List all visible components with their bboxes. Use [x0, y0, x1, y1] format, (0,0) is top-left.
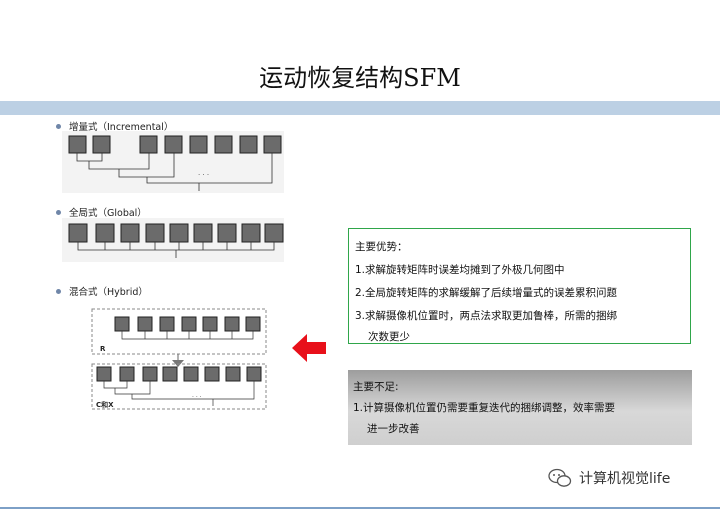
wechat-icon [548, 468, 572, 487]
disadvantage-item: 1.计算摄像机位置仍需要重复迭代的捆绑调整，效率需要 [353, 402, 616, 414]
red-arrow-icon [292, 333, 328, 367]
disadvantages-heading: 主要不足: [353, 381, 399, 393]
bottom-rule [0, 507, 720, 509]
hybrid-r-label: R [100, 345, 106, 353]
bullet-icon [56, 288, 61, 294]
slide-title: 运动恢复结构SFM [259, 64, 461, 92]
advantages-box: 主要优势： 1.求解旋转矩阵时误差均摊到了外极几何图中 2.全局旋转矩阵的求解缓… [348, 228, 691, 344]
advantage-item: 3.求解摄像机位置时，两点法求取更加鲁棒，所需的捆绑 [355, 310, 618, 322]
advantages-heading: 主要优势： [355, 241, 408, 253]
disadvantage-item-continued: 进一步改善 [367, 423, 420, 435]
svg-text:. . .: . . . [192, 392, 202, 399]
hybrid-label-row: 混合式（Hybrid） [56, 284, 148, 298]
advantage-item: 2.全局旋转矩阵的求解缓解了后续增量式的误差累积问题 [355, 287, 618, 299]
hybrid-cx-label: C和X [96, 400, 114, 409]
bullet-icon [56, 209, 61, 215]
incremental-diagram: . . . [62, 131, 284, 193]
title-band [0, 101, 720, 115]
global-diagram [62, 218, 284, 262]
svg-text:. . .: . . . [198, 169, 209, 177]
watermark: 计算机视觉life [548, 468, 670, 488]
disadvantages-box: 主要不足: 1.计算摄像机位置仍需要重复迭代的捆绑调整，效率需要 进一步改善 [348, 370, 692, 445]
bullet-icon [56, 123, 61, 129]
hybrid-label: 混合式（Hybrid） [69, 287, 148, 298]
hybrid-diagram: R . . . C和X [88, 306, 271, 414]
advantage-item: 1.求解旋转矩阵时误差均摊到了外极几何图中 [355, 264, 565, 276]
watermark-text: 计算机视觉life [579, 471, 671, 487]
global-label-row: 全局式（Global） [56, 205, 147, 219]
global-label: 全局式（Global） [69, 208, 147, 219]
advantage-item-continued: 次数更少 [368, 331, 410, 343]
